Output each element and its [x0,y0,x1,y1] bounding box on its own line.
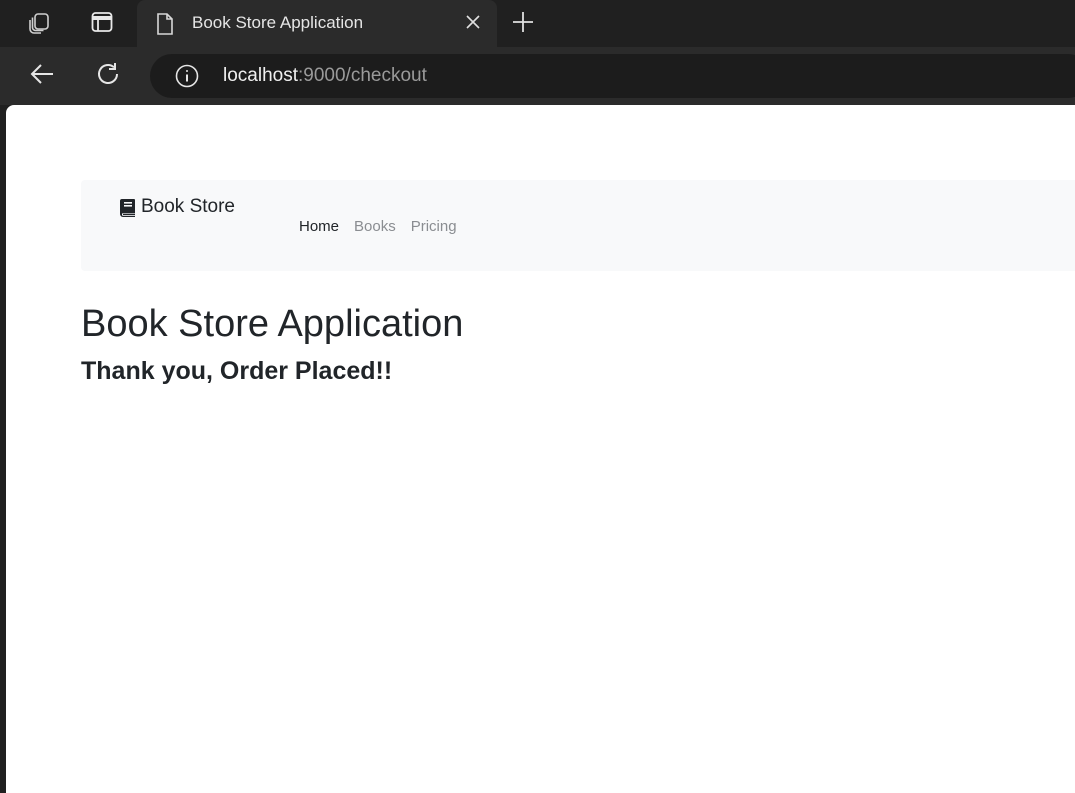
tab-actions-button[interactable] [86,8,118,40]
page-title: Book Store Application [81,303,464,345]
url-host: localhost [223,65,298,86]
active-tab[interactable]: Book Store Application [137,0,497,47]
close-tab-button[interactable] [463,14,483,34]
nav-link-home[interactable]: Home [299,218,347,235]
tab-title: Book Store Application [192,13,364,32]
browser-window: Book Store Application localhost:9000/ch… [0,0,1075,793]
refresh-button[interactable] [91,59,125,93]
back-button[interactable] [25,59,59,93]
new-tab-button[interactable] [507,8,539,40]
workspaces-icon [26,9,52,40]
url-path: :9000/checkout [298,65,427,86]
refresh-icon [94,60,122,93]
plus-icon [511,10,535,39]
close-icon [465,14,481,35]
back-arrow-icon [29,61,55,92]
navbar-brand[interactable]: Book Store [119,196,235,218]
book-icon [119,198,137,217]
page-viewport: Book Store Home Books Pricing Book Store… [6,105,1075,793]
nav-link-pricing[interactable]: Pricing [411,218,465,235]
workspaces-button[interactable] [23,8,55,40]
browser-toolbar: localhost:9000/checkout [0,47,1075,105]
site-navbar: Book Store Home Books Pricing [81,180,1075,271]
info-icon[interactable] [175,64,199,88]
nav-link-books[interactable]: Books [354,218,404,235]
page-icon [155,12,175,41]
nav-links: Home Books Pricing [299,218,472,235]
tab-actions-icon [90,10,114,39]
url-text: localhost:9000/checkout [223,65,427,87]
brand-label: Book Store [141,196,235,217]
tab-strip: Book Store Application [0,0,1075,47]
address-bar[interactable]: localhost:9000/checkout [150,54,1075,98]
order-confirmation-message: Thank you, Order Placed!! [81,357,393,385]
